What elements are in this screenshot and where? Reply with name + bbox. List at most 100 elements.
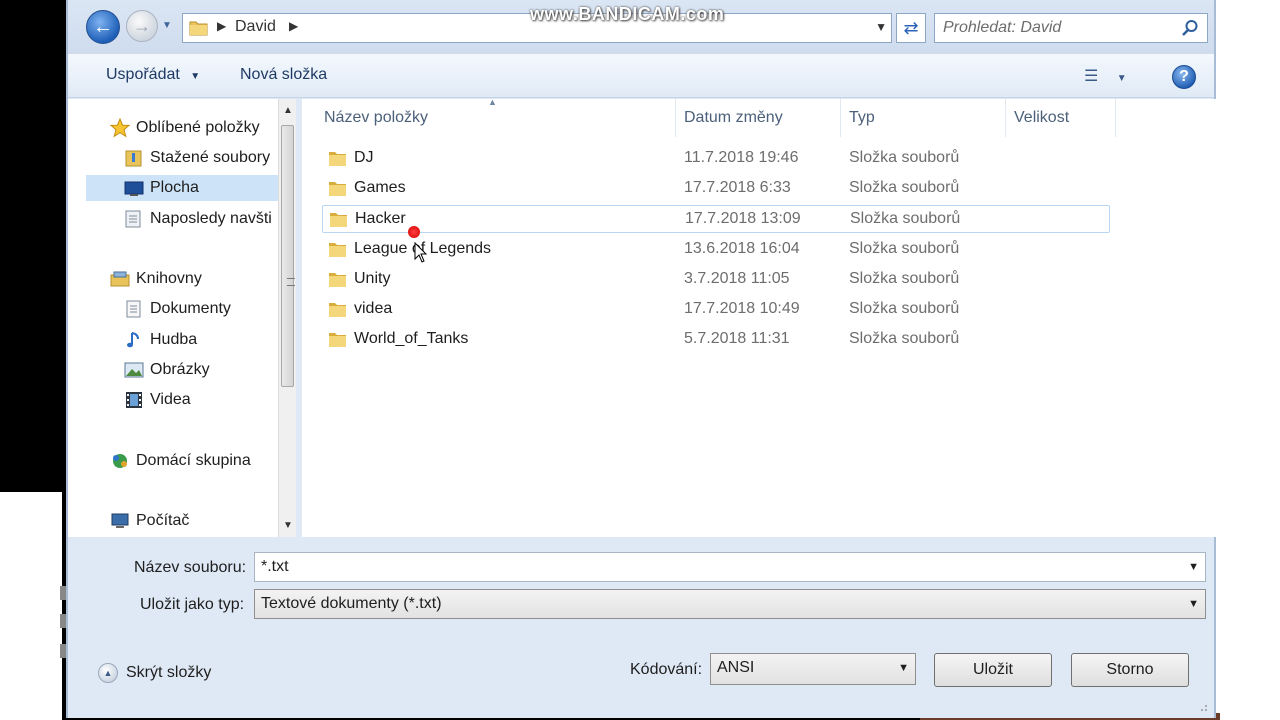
encoding-select[interactable]: ANSI ▼ [710, 653, 916, 685]
computer-icon [110, 511, 130, 531]
column-header-date[interactable]: Datum změny [676, 99, 841, 137]
hide-folders-button[interactable]: ▲ Skrýt složky [98, 660, 211, 686]
file-row[interactable]: videa 17.7.2018 10:49 Složka souborů [322, 296, 1110, 324]
filename-field[interactable]: *.txt ▼ [254, 552, 1206, 582]
file-date: 11.7.2018 19:46 [684, 149, 799, 166]
nav-label: Dokumenty [150, 300, 231, 317]
nav-music[interactable]: Hudba [124, 327, 197, 353]
file-date: 13.6.2018 16:04 [684, 240, 800, 257]
scroll-up-icon[interactable]: ▲ [283, 105, 293, 116]
nav-pane-scrollbar[interactable]: ▲ ▼ [278, 99, 296, 537]
nav-label: Videa [150, 391, 191, 408]
savetype-value: Textové dokumenty (*.txt) [261, 595, 442, 612]
nav-libraries[interactable]: Knihovny [110, 266, 202, 292]
nav-label: Hudba [150, 331, 198, 348]
nav-label: Naposledy navšti [150, 210, 272, 227]
breadcrumb-chevron-icon[interactable]: ▶ [289, 19, 298, 33]
nav-homegroup[interactable]: Domácí skupina [110, 448, 251, 474]
hide-folders-label: Skrýt složky [126, 664, 212, 681]
nav-desktop[interactable]: Plocha [86, 175, 278, 201]
column-header-label: Datum změny [684, 109, 783, 126]
recent-pages-dropdown[interactable]: ▼ [162, 20, 174, 32]
file-row[interactable]: Hacker 17.7.2018 13:09 Složka souborů [322, 205, 1110, 233]
column-header-name[interactable]: ▲ Název položky [302, 97, 676, 137]
organize-label: Uspořádat [106, 66, 180, 83]
file-type: Složka souborů [849, 300, 960, 317]
nav-recent[interactable]: Naposledy navšti [124, 206, 272, 232]
scroll-thumb[interactable] [281, 125, 295, 387]
column-header-label: Velikost [1014, 109, 1070, 126]
background-window-right [1216, 0, 1280, 720]
recent-places-icon [124, 209, 144, 229]
grip-icon [287, 278, 295, 286]
bandicam-watermark: www.BANDICAM.com [530, 4, 725, 24]
nav-favorites[interactable]: Oblíbené položky [109, 115, 260, 141]
nav-videos[interactable]: Videa [124, 387, 191, 413]
navigation-pane: Oblíbené položky Stažené soubory Plocha … [68, 99, 278, 537]
column-header-type[interactable]: Typ [841, 99, 1006, 137]
nav-label: Domácí skupina [136, 452, 251, 469]
chevron-down-icon: ▼ [898, 662, 909, 674]
folder-icon [330, 213, 347, 227]
arrow-left-icon: ← [93, 15, 113, 38]
nav-downloads[interactable]: Stažené soubory [124, 145, 270, 171]
file-row[interactable]: World_of_Tanks 5.7.2018 11:31 Složka sou… [322, 326, 1110, 354]
view-list-icon: ☰ [1084, 68, 1099, 85]
encoding-label: Kódování: [630, 661, 703, 678]
organize-button[interactable]: Uspořádat ▼ [106, 66, 200, 84]
file-type: Složka souborů [850, 210, 961, 227]
file-row[interactable]: League of Legends 13.6.2018 16:04 Složka… [322, 236, 1110, 264]
save-as-dialog: ← → ▼ ▶ David ▶ ▼ ⇄ Uspořádat ▼ Nová [66, 0, 1216, 718]
forward-button[interactable]: → [126, 10, 158, 42]
search-input[interactable] [943, 18, 1173, 38]
help-icon: ? [1179, 68, 1189, 85]
folder-icon [329, 182, 346, 196]
file-type: Složka souborů [849, 330, 960, 347]
chevron-down-icon: ▼ [190, 71, 201, 82]
file-name: Unity [354, 270, 391, 287]
refresh-button[interactable]: ⇄ [896, 13, 926, 43]
mouse-cursor-icon [414, 241, 428, 263]
search-box[interactable] [934, 13, 1208, 43]
homegroup-icon [110, 451, 130, 471]
chevron-down-icon: ▼ [1116, 73, 1127, 84]
click-indicator [408, 226, 420, 238]
cancel-button[interactable]: Storno [1071, 653, 1189, 687]
chevron-down-icon: ▼ [1188, 598, 1199, 610]
filename-label: Název souboru: [134, 559, 247, 576]
savetype-select[interactable]: Textové dokumenty (*.txt) ▼ [254, 589, 1206, 619]
breadcrumb-chevron-icon[interactable]: ▶ [217, 19, 226, 33]
scroll-down-icon[interactable]: ▼ [283, 520, 293, 531]
folder-icon [329, 152, 346, 166]
column-header-size[interactable]: Velikost [1006, 99, 1116, 137]
filename-value[interactable]: *.txt [261, 558, 289, 576]
new-folder-button[interactable]: Nová složka [240, 66, 327, 84]
file-type: Složka souborů [849, 270, 960, 287]
save-button[interactable]: Uložit [934, 653, 1052, 687]
change-view-button[interactable]: ☰ ▼ [1084, 66, 1134, 86]
address-dropdown-icon[interactable]: ▼ [875, 20, 887, 34]
file-row[interactable]: DJ 11.7.2018 19:46 Složka souborů [322, 145, 1110, 173]
nav-label: Plocha [150, 179, 199, 196]
back-button[interactable]: ← [86, 10, 120, 44]
file-row[interactable]: Games 17.7.2018 6:33 Složka souborů [322, 175, 1110, 203]
file-name: Games [354, 179, 406, 196]
breadcrumb-david[interactable]: David [235, 18, 276, 36]
sort-ascending-icon: ▲ [488, 97, 497, 107]
column-header-label: Typ [849, 109, 875, 126]
resize-grip-icon[interactable] [1196, 700, 1208, 712]
file-row[interactable]: Unity 3.7.2018 11:05 Složka souborů [322, 266, 1110, 294]
chevron-down-icon: ▼ [162, 20, 172, 31]
nav-pictures[interactable]: Obrázky [124, 357, 210, 383]
encoding-value: ANSI [717, 659, 755, 676]
nav-documents[interactable]: Dokumenty [124, 296, 231, 322]
pictures-icon [124, 360, 144, 380]
folder-icon [189, 21, 208, 36]
arrow-right-icon: → [133, 15, 151, 36]
nav-computer[interactable]: Počítač [110, 508, 189, 534]
chevron-down-icon[interactable]: ▼ [1188, 561, 1199, 573]
refresh-icon: ⇄ [903, 17, 919, 38]
help-button[interactable]: ? [1172, 65, 1196, 89]
search-icon[interactable] [1181, 19, 1199, 37]
file-date: 17.7.2018 10:49 [684, 300, 800, 317]
